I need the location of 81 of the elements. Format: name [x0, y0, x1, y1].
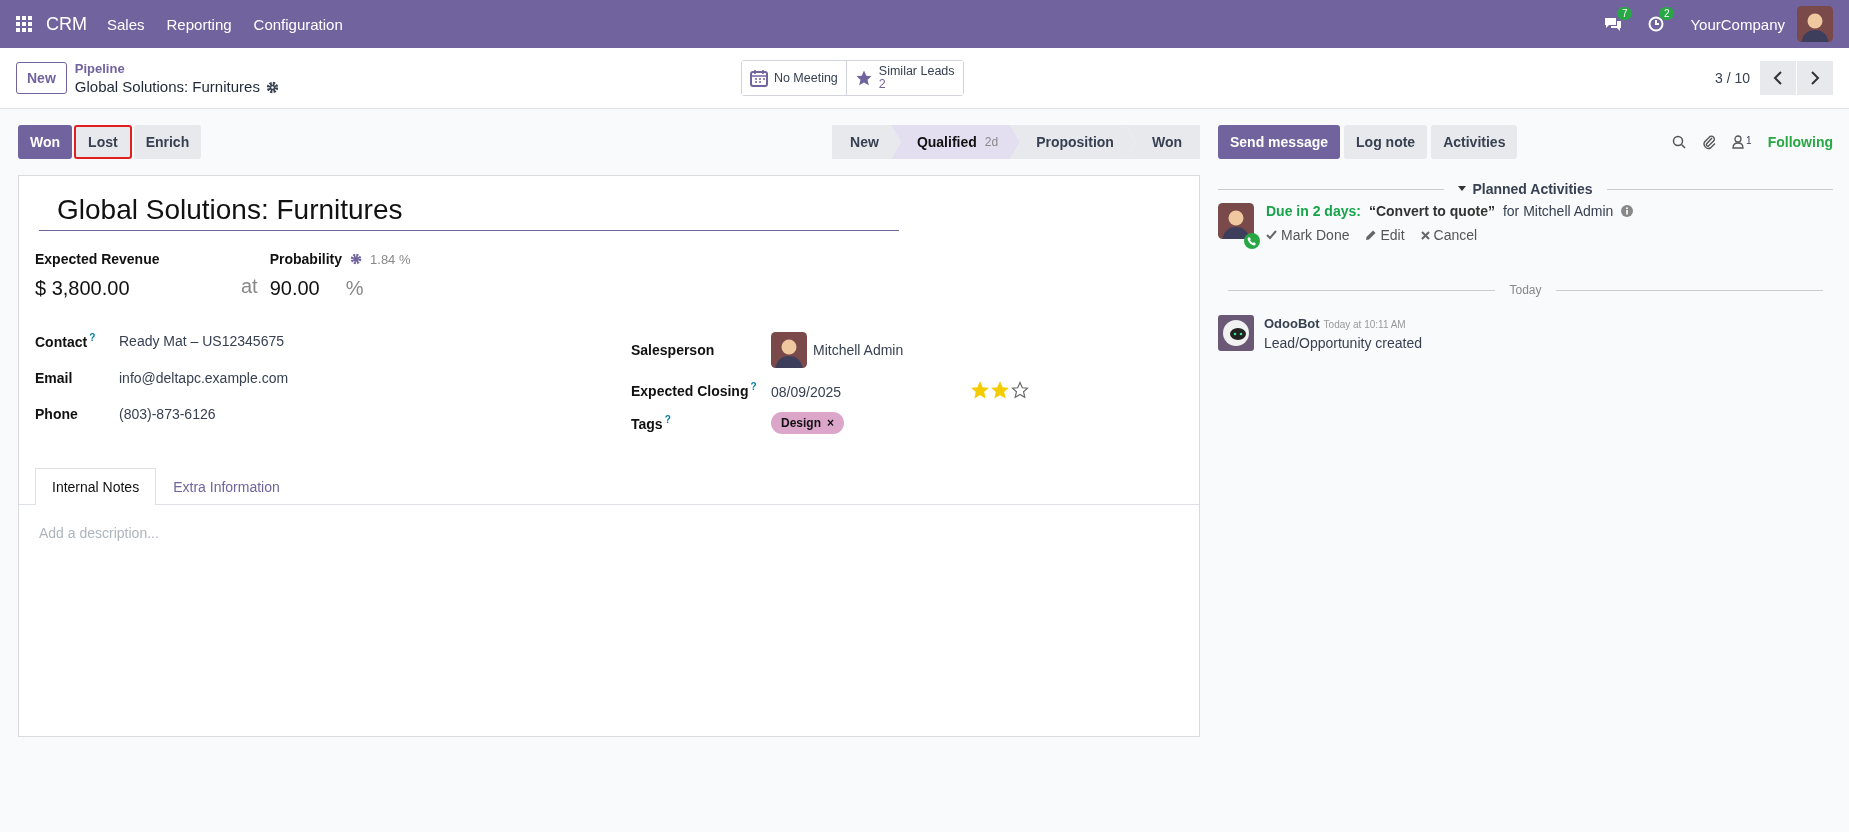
field-value[interactable]: (803)-873-6126	[119, 405, 631, 422]
follower-count: 1	[1746, 135, 1752, 146]
action-button[interactable]: Won	[18, 125, 73, 159]
automated-probability: 1.84 %	[370, 251, 411, 267]
star-icon	[854, 69, 873, 87]
message-body: Lead/Opportunity created	[1264, 335, 1422, 351]
field-label: Tags$^{?}$	[631, 414, 672, 432]
field-value[interactable]: Mitchell Admin	[813, 342, 904, 358]
breadcrumb-link[interactable]: Pipeline	[74, 60, 279, 78]
field-label: Email	[35, 369, 74, 386]
previous-button[interactable]	[1760, 61, 1796, 95]
action-button[interactable]: Enrich	[133, 125, 202, 159]
chatter-button[interactable]: Activities	[1431, 125, 1518, 159]
activity-assignee: for Mitchell Admin	[1502, 203, 1614, 219]
activity-count: 2	[1658, 7, 1675, 20]
chat-icon[interactable]	[1604, 16, 1623, 32]
chatter-button[interactable]: Send message	[1218, 125, 1341, 159]
stage-button[interactable]: Won	[1125, 125, 1200, 159]
calendar-icon	[749, 69, 768, 87]
section-title[interactable]: Planned Activities	[1472, 181, 1593, 197]
check-icon	[1266, 230, 1277, 240]
field-value[interactable]: Ready Mat – US12345675	[119, 332, 631, 349]
due-date: Due in 2 days:	[1266, 203, 1361, 219]
user-avatar	[1797, 6, 1833, 42]
mark-done-link[interactable]: Mark Done	[1281, 227, 1350, 243]
close-icon	[1420, 230, 1430, 240]
clock-icon[interactable]	[1648, 16, 1665, 32]
chatter-button[interactable]: Log note	[1344, 125, 1428, 159]
app-name[interactable]: CRM	[46, 13, 87, 35]
robot-avatar	[1218, 315, 1254, 351]
field-label: Contact$^{?}$	[35, 332, 97, 350]
message-author: OdooBot	[1264, 316, 1320, 331]
star-icon[interactable]	[1011, 381, 1029, 399]
field-label: Expected Revenue	[35, 251, 161, 267]
tab[interactable]: Internal Notes	[35, 468, 157, 505]
menu-item[interactable]: Sales	[107, 15, 145, 33]
menu-item[interactable]: Configuration	[253, 15, 343, 33]
search-icon[interactable]	[1672, 135, 1687, 149]
revenue-field[interactable]: $ 3,800.00	[35, 277, 241, 300]
activity-summary: “Convert to quote”	[1368, 203, 1495, 219]
tab[interactable]: Extra Information	[156, 468, 297, 505]
field-label: Salesperson	[631, 342, 716, 358]
field-value[interactable]: info@deltapc.example.com	[119, 369, 631, 386]
message-time: Today at 10:11 AM	[1323, 319, 1406, 330]
opportunity-name-field[interactable]: Global Solutions: Furnitures	[39, 194, 899, 231]
pager-value: 3 / 10	[1714, 70, 1750, 86]
person-avatar	[1218, 203, 1254, 239]
chevron-left-icon	[1773, 71, 1783, 85]
field-value[interactable]: 08/09/2025	[771, 384, 971, 400]
smart-button[interactable]: No Meeting	[741, 61, 847, 95]
paperclip-icon[interactable]	[1702, 134, 1717, 150]
cancel-link[interactable]: Cancel	[1433, 227, 1478, 243]
field-label: Phone	[35, 405, 79, 422]
message-count: 7	[1616, 7, 1633, 20]
phone-icon	[1244, 233, 1260, 249]
stage-button[interactable]: Qualified 2d	[890, 125, 1021, 159]
gear-icon[interactable]	[265, 80, 279, 94]
edit-link[interactable]: Edit	[1380, 227, 1405, 243]
stage-button[interactable]: New	[832, 125, 901, 159]
company-name[interactable]: YourCompany	[1690, 15, 1785, 33]
field-label: Expected Closing$^{?}$	[631, 381, 758, 399]
at-label: at	[241, 275, 258, 299]
field-label: Probability	[269, 251, 343, 267]
stage-button[interactable]: Proposition	[1010, 125, 1136, 159]
next-button[interactable]	[1797, 61, 1833, 95]
menu-item[interactable]: Reporting	[166, 15, 232, 33]
record-title: Global Solutions: Furnitures	[74, 78, 260, 96]
chevron-right-icon	[1810, 71, 1820, 85]
caret-icon[interactable]	[1458, 186, 1467, 192]
apps-menu-icon[interactable]	[16, 16, 32, 32]
new-button[interactable]: New	[16, 62, 67, 94]
date-separator: Today	[1509, 283, 1542, 297]
probability-field[interactable]: 90.00	[269, 277, 320, 300]
tag[interactable]: Design ×	[771, 412, 845, 434]
person-avatar	[771, 332, 807, 368]
pencil-icon	[1365, 229, 1377, 241]
info-icon[interactable]	[1621, 205, 1634, 217]
person-icon[interactable]	[1732, 135, 1745, 149]
gear-icon[interactable]	[350, 253, 363, 265]
percent-sign: %	[345, 277, 364, 300]
action-button[interactable]: Lost	[74, 125, 132, 159]
